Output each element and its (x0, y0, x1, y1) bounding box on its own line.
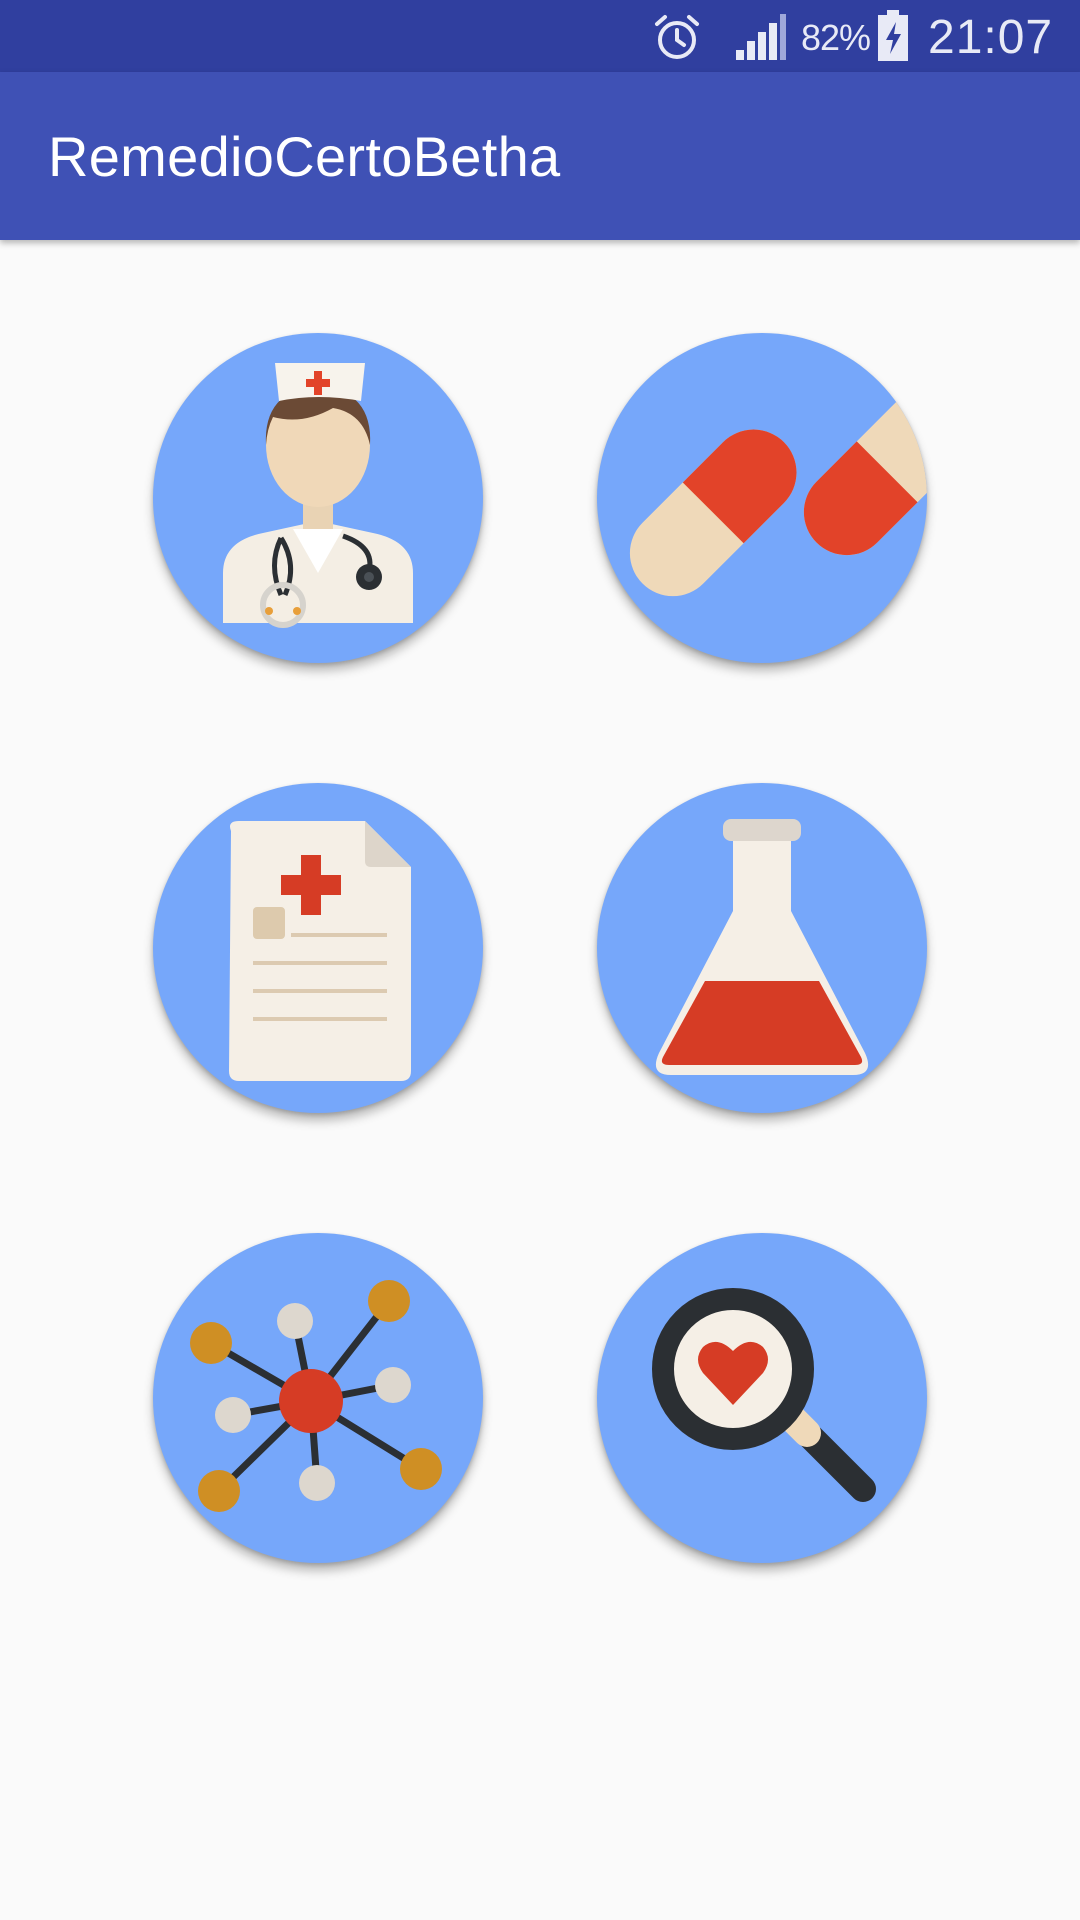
molecule-network-icon (190, 1280, 442, 1512)
doctor-button[interactable] (153, 333, 483, 663)
battery-charging-icon (878, 10, 908, 61)
alarm-icon (655, 15, 699, 59)
signal-icon (736, 14, 786, 60)
search-button[interactable] (597, 1233, 927, 1563)
lab-flask-icon (655, 819, 869, 1075)
interactions-button[interactable] (153, 1233, 483, 1563)
magnifier-heart-icon (652, 1288, 876, 1502)
battery-percentage: 82% (801, 17, 871, 58)
lab-exams-button[interactable] (597, 783, 927, 1113)
nurse-doctor-icon (223, 363, 413, 628)
pills-icon (629, 388, 927, 597)
app-title: RemedioCertoBetha (48, 125, 561, 188)
status-bar: 82% 21:07 (0, 0, 1080, 72)
prescription-document-icon (229, 821, 411, 1081)
app-bar: RemedioCertoBetha (0, 72, 1080, 240)
prescription-button[interactable] (153, 783, 483, 1113)
medicines-button[interactable] (597, 333, 927, 663)
status-time: 21:07 (928, 11, 1054, 64)
